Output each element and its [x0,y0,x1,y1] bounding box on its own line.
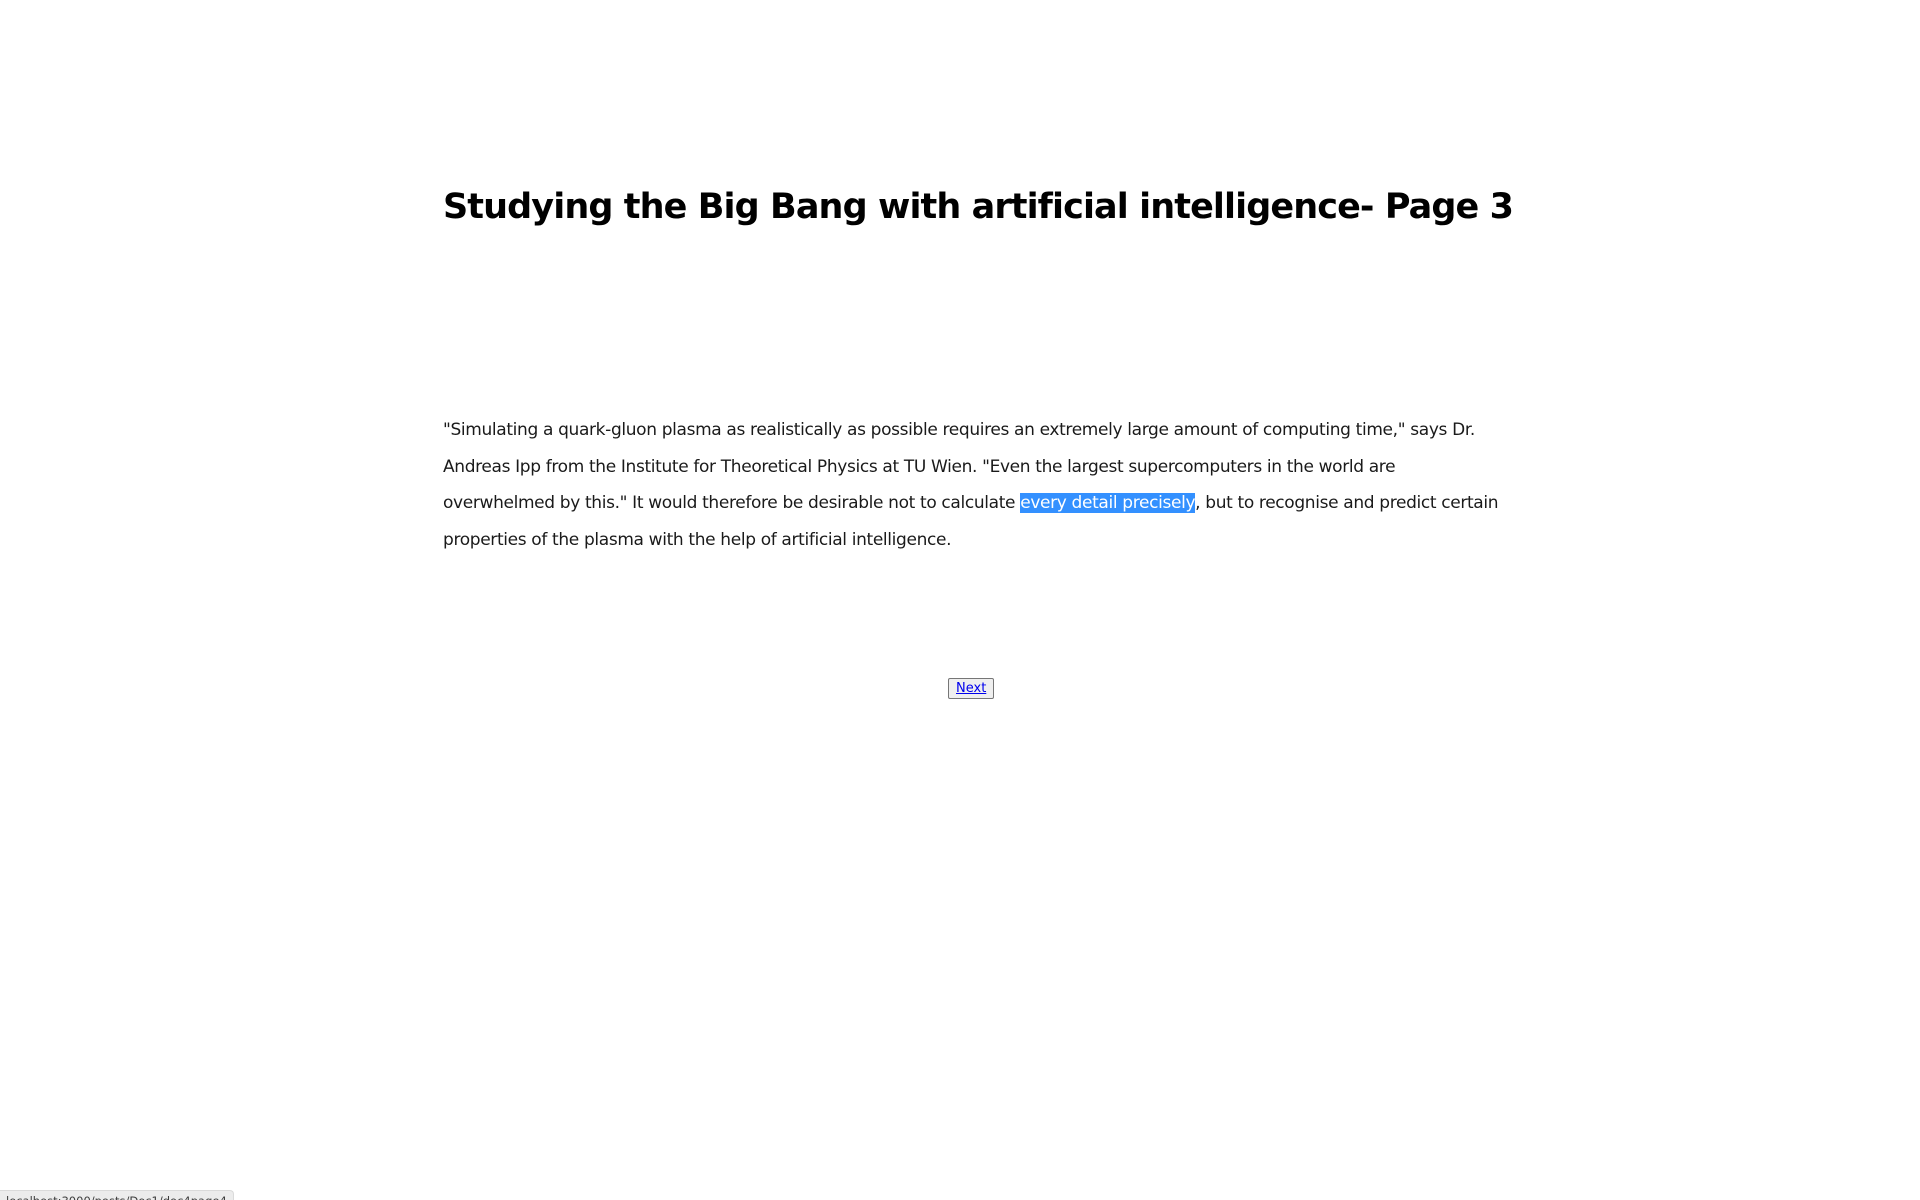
page-title: Studying the Big Bang with artificial in… [443,187,1514,227]
next-button[interactable]: Next [948,678,995,699]
status-bar-url: localhost:3000/posts/Doc1/doc4page4 [0,1190,234,1200]
pagination: Next [948,677,995,699]
article-paragraph: "Simulating a quark-gluon plasma as real… [443,412,1508,558]
selected-text-highlight: every detail precisely [1020,493,1196,513]
page: Studying the Big Bang with artificial in… [0,0,1920,1200]
